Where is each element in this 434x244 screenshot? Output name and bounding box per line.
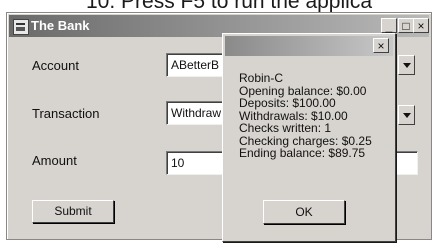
- chevron-down-icon: [403, 113, 411, 118]
- message-box-titlebar[interactable]: ×: [225, 36, 393, 56]
- ok-button[interactable]: OK: [263, 200, 345, 224]
- submit-button[interactable]: Submit: [32, 200, 114, 223]
- amount-label: Amount: [32, 153, 77, 168]
- checks-written-line: Checks written: 1: [239, 121, 332, 135]
- app-icon: [13, 19, 29, 35]
- deposits-line: Deposits: $100.00: [239, 96, 336, 110]
- chevron-down-icon: [403, 63, 411, 68]
- transaction-dropdown-button[interactable]: [398, 105, 415, 125]
- account-dropdown-button[interactable]: [398, 55, 415, 75]
- minimize-button[interactable]: _: [381, 18, 397, 33]
- transaction-label: Transaction: [32, 106, 100, 121]
- message-box-close-button[interactable]: ×: [373, 38, 389, 53]
- account-holder-line: Robin-C: [239, 71, 284, 85]
- maximize-button[interactable]: □: [398, 18, 414, 33]
- message-text: Robin-C Opening balance: $0.00 Deposits:…: [239, 72, 372, 160]
- close-button[interactable]: ×: [413, 18, 429, 33]
- message-box: × Robin-C Opening balance: $0.00 Deposit…: [222, 33, 396, 242]
- account-label: Account: [32, 58, 79, 73]
- ending-balance-line: Ending balance: $89.75: [239, 146, 366, 160]
- window-title: The Bank: [31, 18, 90, 33]
